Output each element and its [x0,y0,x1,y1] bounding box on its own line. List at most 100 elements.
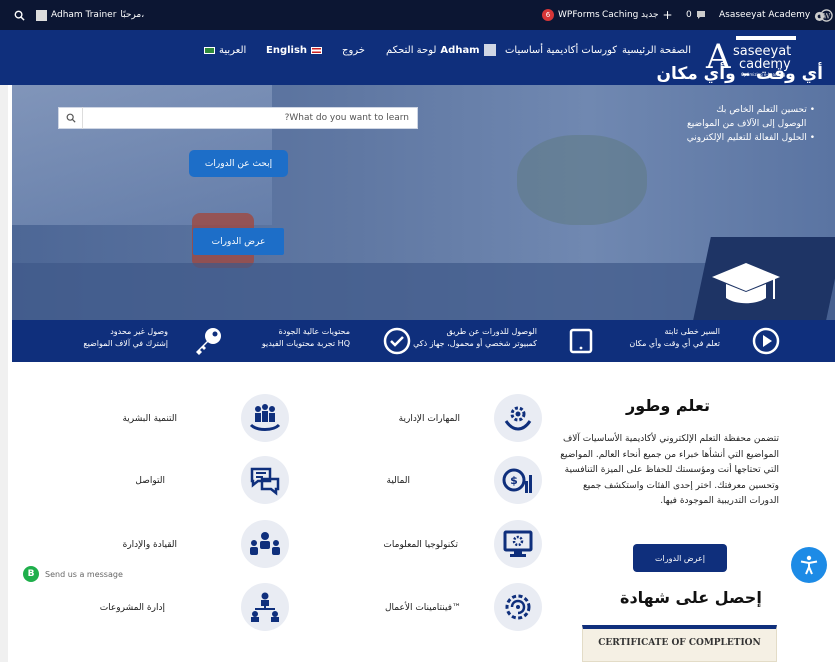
hero-bg-plant [517,135,647,225]
user-avatar [36,9,47,21]
category-label[interactable]: المهارات الإدارية [399,414,460,424]
certificate-card-text: CERTIFICATE OF COMPLETION [598,638,761,648]
comments-menu[interactable]: 0 [686,0,706,30]
wpforms-badge: 6 [542,9,554,21]
view-courses-button[interactable]: عرض الدورات [193,228,284,255]
category-label[interactable]: المالية [387,476,410,486]
page: Adham Trainer مرحبًا، 6 WPForms Caching … [0,0,835,662]
category-management-skills[interactable] [494,394,542,442]
certificate-card: CERTIFICATE OF COMPLETION [582,625,777,662]
search-input[interactable]: What do you want to learn? [83,113,417,123]
feature-title: محتويات عالية الجودة [278,327,350,336]
key-icon [196,328,221,355]
nav-arabic-label: العربية [219,44,247,56]
hero-bullet: تحسين التعلم الخاص بك • [716,105,815,115]
play-circle-icon [752,327,780,355]
admin-search-icon[interactable] [14,0,25,30]
course-search: What do you want to learn? [58,107,418,129]
team-leader-icon [250,532,280,555]
people-hand-icon [249,404,281,431]
new-content-menu[interactable]: جديد + [641,0,673,30]
feature-title: السير خطى ثابتة [664,327,720,336]
brain-gear-icon [505,594,531,620]
category-communication[interactable] [241,456,289,504]
accessibility-icon [800,555,818,575]
category-leadership[interactable] [241,520,289,568]
chat-bubbles-icon [250,467,280,496]
nav-avatar [483,44,496,56]
browse-courses-button[interactable]: إعرض الدورات [633,544,727,572]
search-icon[interactable] [59,107,83,129]
hero-bullet: الحلول الفعالة للتعليم الإلكتروني • [686,133,815,143]
admin-user-menu[interactable]: Adham Trainer مرحبًا، [36,0,144,30]
gear-hands-icon [504,406,532,431]
nav-english[interactable]: English [266,30,323,70]
nav-english-label: English [266,44,308,56]
saudi-flag-icon [204,46,215,54]
uk-flag-icon [311,46,323,54]
feature-4: وصول غير محدود إشترك في آلاف المواضيع [83,326,168,350]
nav-dashboard[interactable]: لوحة التحكم Adham [386,30,496,70]
category-label[interactable]: إدارة المشروعات [100,603,165,613]
graduation-cap-icon [710,259,782,315]
site-name-menu[interactable]: Asaseeyat Academy [719,0,825,30]
category-project-management[interactable] [241,583,289,631]
nav-logout[interactable]: خروج [342,30,365,70]
category-it[interactable] [494,520,542,568]
check-circle-icon [383,327,411,355]
tablet-icon [569,328,593,354]
hero-bullets: تحسين التعلم الخاص بك • الوصول إلى الآلا… [687,103,815,145]
org-chart-icon [251,592,279,622]
nav-arabic[interactable]: العربية [204,30,246,70]
category-label[interactable]: القيادة والإدارة [123,540,177,550]
learn-description: تتضمن محفظة التعلم الإلكتروني لأكاديمية … [560,434,779,506]
plus-icon: + [662,8,673,22]
page-scrollbar[interactable] [0,30,8,662]
feature-subtitle: إشترك في آلاف المواضيع [83,339,168,348]
caching-menu[interactable]: Caching [602,0,638,30]
chat-widget[interactable]: B Send us a message [23,566,123,582]
nav-courses-label: كورسات أكاديمية أساسيات [505,44,617,56]
chat-label: Send us a message [45,569,123,579]
svg-text:W: W [823,11,831,20]
feature-3: محتويات عالية الجودة تجربة محتويات الفيد… [262,326,350,350]
site-name: Asaseeyat Academy [719,10,811,20]
feature-subtitle: تجربة محتويات الفيديو HQ [261,339,350,348]
feature-subtitle: تعلم في أي وقت وأي مكان [629,339,720,348]
accessibility-button[interactable] [791,547,827,583]
finance-chart-icon: $ [502,468,532,493]
caching-label: Caching [602,10,639,20]
feature-2: الوصول للدورات عن طريق كمبيوتر شخصي أو م… [413,326,537,350]
nav-logout-label: خروج [342,44,365,56]
category-label[interactable]: تكنولوجيا المعلومات [383,540,458,550]
wpforms-label: WPForms [558,10,600,20]
category-finance[interactable]: $ [494,456,542,504]
svg-text:$: $ [510,474,518,487]
search-courses-button[interactable]: إبحث عن الدورات [189,150,288,177]
feature-strip: السير خطى ثابتة تعلم في أي وقت وأي مكان … [12,320,835,362]
hero-title: أي وقت – وأي مكان [656,64,823,84]
category-label[interactable]: التواصل [135,476,165,486]
nav-user-name: Adham [440,44,480,56]
logo-bars [736,36,796,40]
wordpress-logo-icon[interactable]: W [820,0,833,30]
nav-dashboard-label: لوحة التحكم [386,44,437,56]
admin-user-name: Adham Trainer [51,10,117,20]
chat-bubble-icon: B [23,566,39,582]
hero-bullet: الوصول إلى الآلاف من المواضيع [686,119,807,129]
category-label[interactable]: التنمية البشرية [122,414,177,424]
category-human-development[interactable] [241,394,289,442]
nav-courses[interactable]: كورسات أكاديمية أساسيات [505,30,617,70]
category-label[interactable]: فينتامينات الأعمال™ [385,603,461,613]
learn-title: تعلم وطور [626,396,710,415]
feature-subtitle: كمبيوتر شخصي أو محمول، جهاز ذكي [413,339,537,348]
comments-count: 0 [686,10,692,20]
feature-title: الوصول للدورات عن طريق [446,327,537,336]
wpforms-menu[interactable]: 6 WPForms [542,0,600,30]
category-business-vitamins[interactable] [494,583,542,631]
admin-bar: Adham Trainer مرحبًا، 6 WPForms Caching … [0,0,835,30]
nav-home-label: الصفحة الرئيسية [622,44,691,56]
new-label: جديد [641,10,659,20]
comment-icon [696,11,705,19]
feature-1: السير خطى ثابتة تعلم في أي وقت وأي مكان [629,326,720,350]
